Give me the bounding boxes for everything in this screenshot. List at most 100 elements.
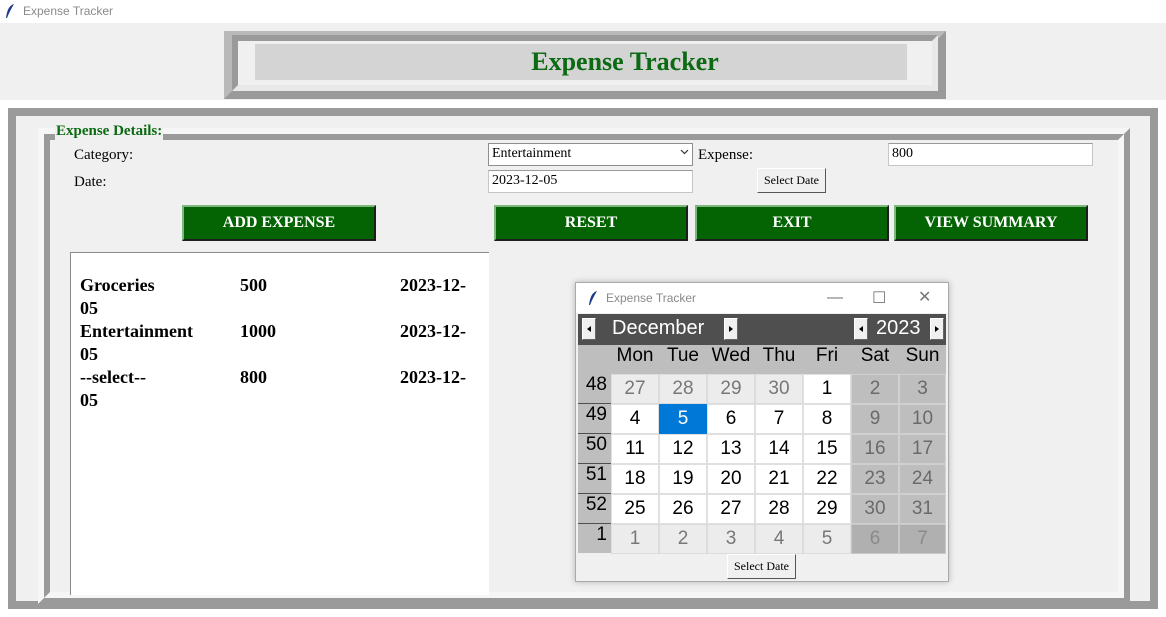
item-date: 2023-12- (400, 321, 466, 341)
calendar-popup-window: Expense Tracker — ☐ ✕ December 2023 Mon T… (575, 282, 949, 582)
expense-input[interactable]: 800 (888, 143, 1093, 166)
weekday-header: Fri (803, 345, 851, 374)
calendar-day[interactable]: 22 (803, 464, 851, 494)
group-label: Expense Details: (55, 123, 164, 140)
left-arrow-icon (859, 326, 863, 332)
weekday-header: Sun (899, 345, 946, 374)
calendar-day[interactable]: 5 (803, 524, 851, 554)
calendar-day[interactable]: 16 (851, 434, 899, 464)
calendar-day[interactable]: 6 (851, 524, 899, 554)
item-date: 2023-12- (400, 275, 466, 295)
calendar-day-selected[interactable]: 5 (659, 404, 707, 434)
date-input[interactable]: 2023-12-05 (488, 170, 693, 193)
calendar-day[interactable]: 7 (899, 524, 946, 554)
add-expense-button[interactable]: ADD EXPENSE (182, 205, 376, 241)
prev-year-button[interactable] (854, 318, 868, 340)
expense-list[interactable]: Groceries 500 2023-12- 05 Entertainment … (70, 252, 489, 595)
left-arrow-icon (587, 326, 591, 332)
calendar-day[interactable]: 28 (755, 494, 803, 524)
window-title: Expense Tracker (23, 4, 114, 18)
item-category: Entertainment (80, 321, 193, 341)
week-number: 52 (578, 494, 611, 523)
calendar-day[interactable]: 30 (755, 374, 803, 404)
close-icon[interactable]: ✕ (918, 287, 931, 307)
prev-month-button[interactable] (582, 318, 596, 340)
calendar: December 2023 Mon Tue Wed Thu Fri Sat Sun 48 27 2… (578, 314, 946, 554)
calendar-day[interactable]: 27 (707, 494, 755, 524)
calendar-day[interactable]: 29 (707, 374, 755, 404)
item-date: 2023-12- (400, 367, 466, 387)
calendar-day[interactable]: 26 (659, 494, 707, 524)
calendar-day[interactable]: 1 (803, 374, 851, 404)
week-number: 48 (578, 374, 611, 403)
weekday-header: Wed (707, 345, 755, 374)
item-category: Groceries (80, 275, 155, 295)
item-date-wrap: 05 (80, 298, 98, 318)
calendar-day[interactable]: 7 (755, 404, 803, 434)
reset-button[interactable]: RESET (494, 205, 688, 241)
calendar-day[interactable]: 4 (611, 404, 659, 434)
calendar-day[interactable]: 29 (803, 494, 851, 524)
calendar-header: December 2023 (578, 314, 946, 345)
popup-select-date-button[interactable]: Select Date (727, 554, 796, 579)
popup-title: Expense Tracker (606, 291, 697, 305)
calendar-day[interactable]: 1 (611, 524, 659, 554)
maximize-icon[interactable]: ☐ (872, 288, 886, 308)
right-arrow-icon (935, 326, 939, 332)
right-arrow-icon (729, 326, 733, 332)
calendar-day[interactable]: 4 (755, 524, 803, 554)
year-label: 2023 (876, 317, 921, 339)
exit-button[interactable]: EXIT (695, 205, 889, 241)
category-select-value: Entertainment (492, 146, 572, 161)
item-amount: 1000 (240, 321, 276, 341)
calendar-day[interactable]: 10 (899, 404, 946, 434)
item-amount: 800 (240, 367, 267, 387)
calendar-day[interactable]: 14 (755, 434, 803, 464)
calendar-day[interactable]: 2 (659, 524, 707, 554)
calendar-day[interactable]: 19 (659, 464, 707, 494)
item-date-wrap: 05 (80, 390, 98, 410)
week-number-header (578, 345, 611, 374)
week-number: 49 (578, 404, 611, 433)
calendar-day[interactable]: 30 (851, 494, 899, 524)
calendar-day[interactable]: 25 (611, 494, 659, 524)
calendar-day[interactable]: 3 (899, 374, 946, 404)
weekday-header: Sat (851, 345, 899, 374)
weekday-header: Thu (755, 345, 803, 374)
expense-input-value: 800 (892, 146, 913, 161)
calendar-day[interactable]: 3 (707, 524, 755, 554)
weekday-header: Mon (611, 345, 659, 374)
minimize-icon[interactable]: — (827, 289, 843, 307)
calendar-day[interactable]: 11 (611, 434, 659, 464)
calendar-day[interactable]: 20 (707, 464, 755, 494)
calendar-day[interactable]: 17 (899, 434, 946, 464)
calendar-day[interactable]: 23 (851, 464, 899, 494)
calendar-day[interactable]: 8 (803, 404, 851, 434)
next-month-button[interactable] (724, 318, 738, 340)
select-date-button[interactable]: Select Date (757, 168, 826, 193)
item-category: --select-- (80, 367, 146, 387)
feather-app-icon (589, 291, 597, 305)
date-label: Date: (74, 174, 107, 190)
calendar-day[interactable]: 21 (755, 464, 803, 494)
calendar-day[interactable]: 15 (803, 434, 851, 464)
calendar-day[interactable]: 13 (707, 434, 755, 464)
calendar-day[interactable]: 2 (851, 374, 899, 404)
category-select[interactable]: Entertainment (488, 143, 693, 166)
calendar-day[interactable]: 28 (659, 374, 707, 404)
calendar-day[interactable]: 18 (611, 464, 659, 494)
calendar-day[interactable]: 31 (899, 494, 946, 524)
category-label: Category: (74, 147, 134, 163)
calendar-day[interactable]: 9 (851, 404, 899, 434)
view-summary-button[interactable]: VIEW SUMMARY (894, 205, 1088, 241)
calendar-day[interactable]: 6 (707, 404, 755, 434)
popup-titlebar: Expense Tracker — ☐ ✕ (576, 283, 948, 313)
app-title: Expense Tracker (531, 47, 719, 76)
feather-app-icon (6, 4, 14, 18)
next-year-button[interactable] (930, 318, 944, 340)
calendar-day[interactable]: 24 (899, 464, 946, 494)
calendar-day[interactable]: 27 (611, 374, 659, 404)
calendar-day[interactable]: 12 (659, 434, 707, 464)
window-titlebar: Expense Tracker (0, 0, 1166, 23)
week-number: 50 (578, 434, 611, 463)
